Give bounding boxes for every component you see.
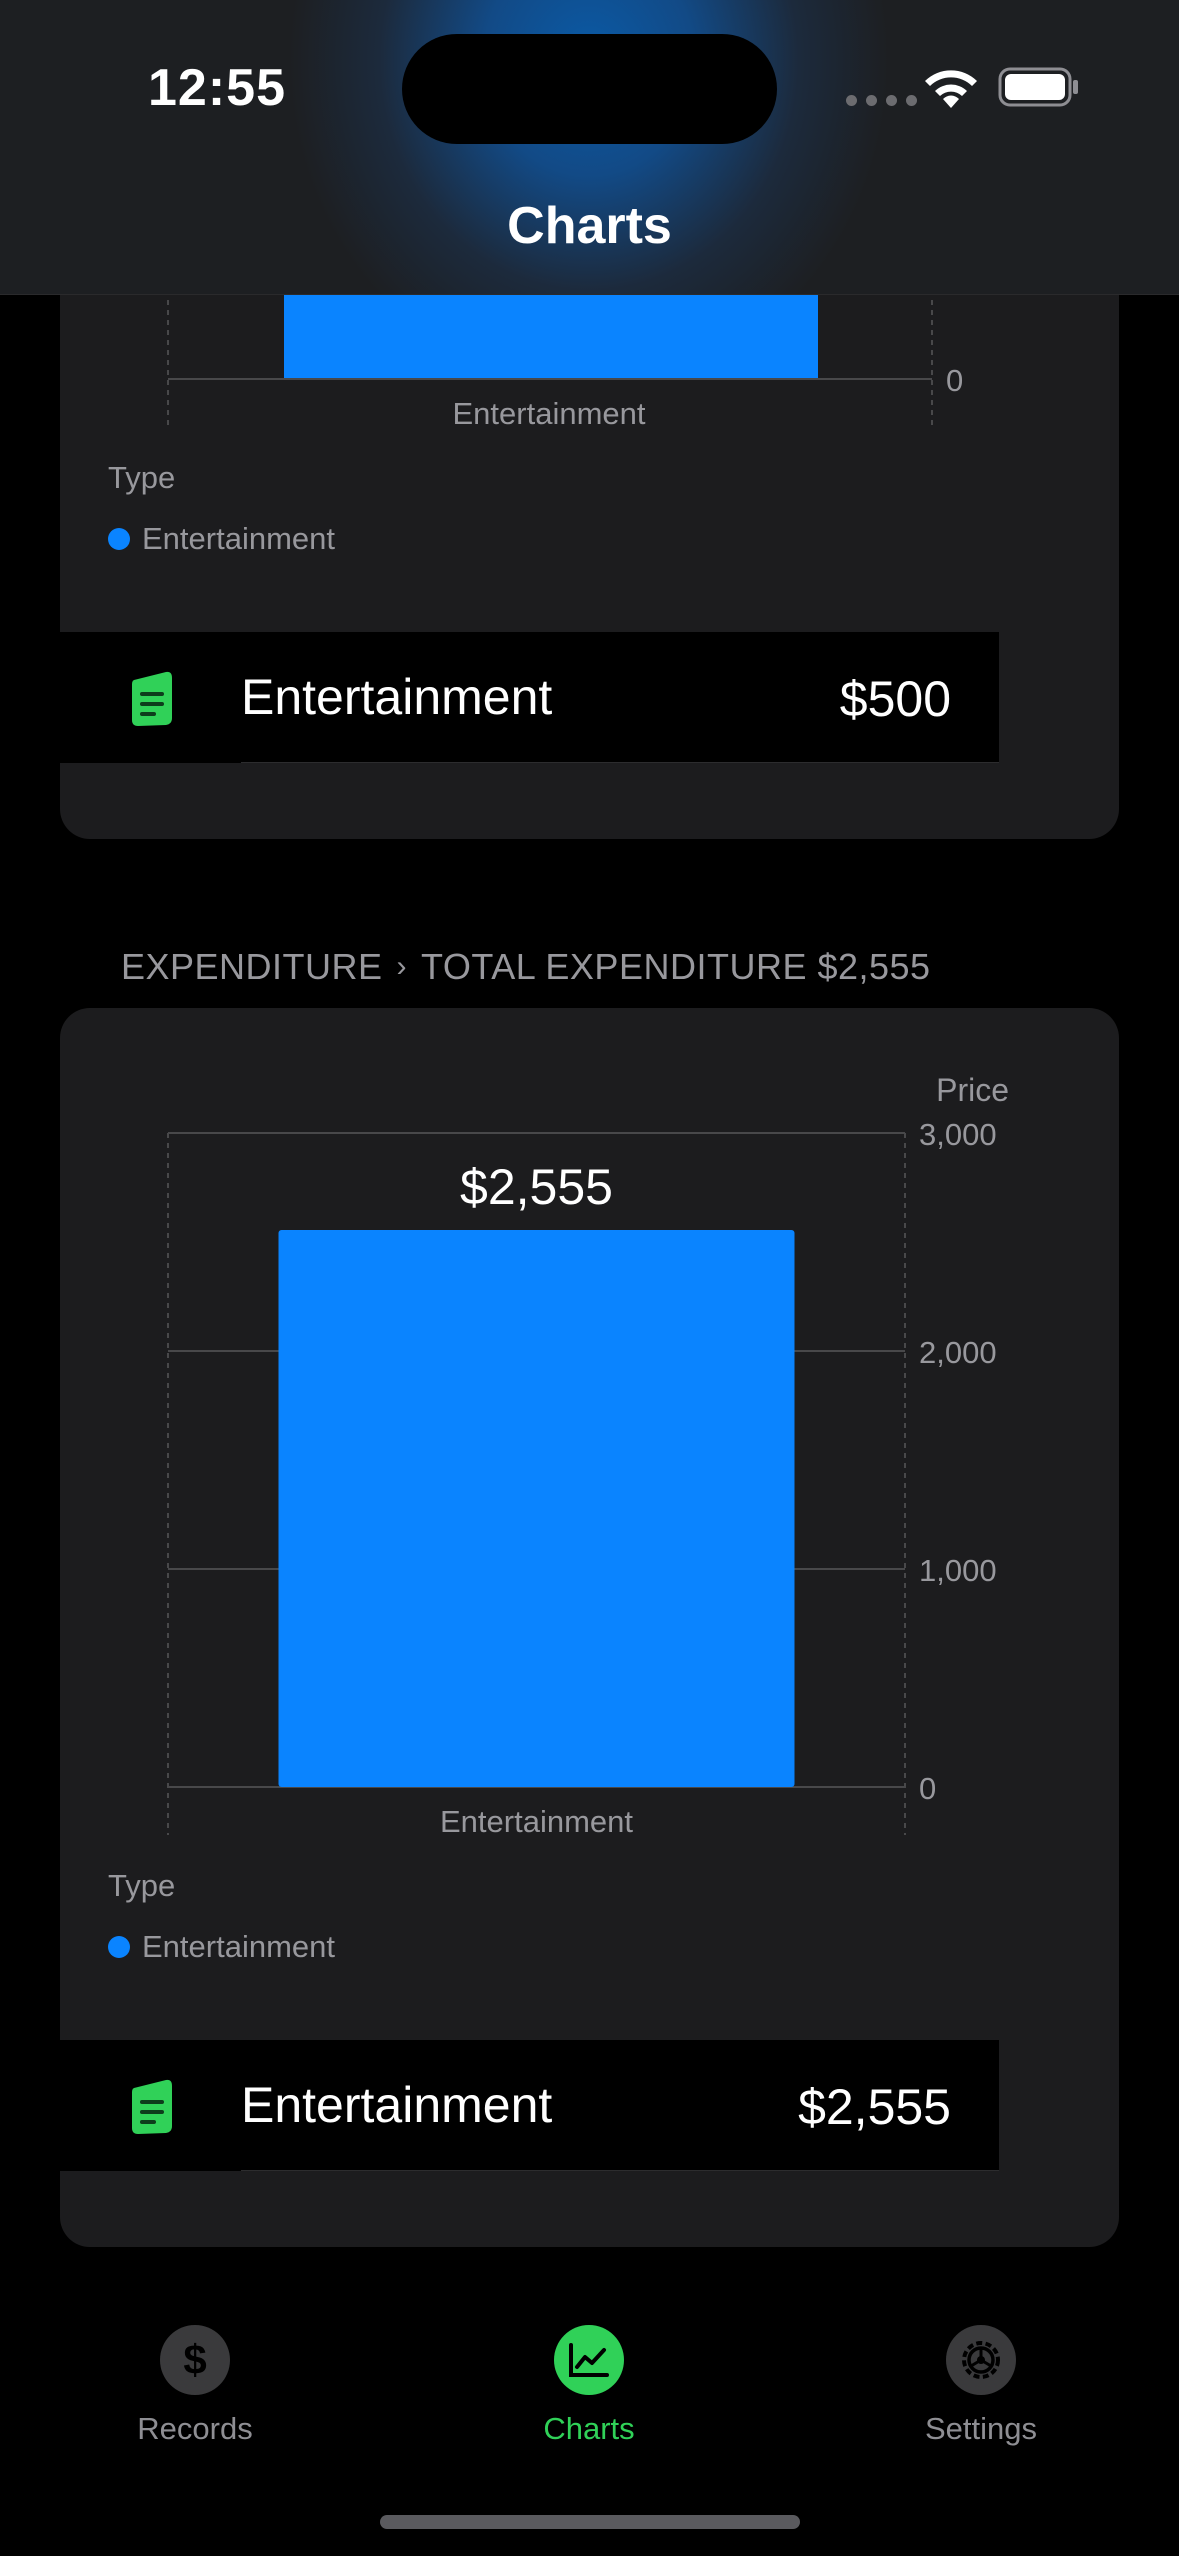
- dynamic-island: [402, 34, 777, 144]
- x-tick-label: Entertainment: [440, 1804, 633, 1839]
- tab-settings-label: Settings: [924, 2411, 1037, 2446]
- tab-settings[interactable]: Settings: [881, 2325, 1081, 2447]
- expenditure-legend-item: Entertainment: [108, 1929, 335, 1965]
- battery-icon: [998, 67, 1078, 107]
- expenditure-row-value: $2,555: [798, 2079, 951, 2135]
- wifi-icon: [925, 70, 977, 108]
- y-tick-label: 3,000: [919, 1117, 997, 1152]
- chart-line-icon: [554, 2325, 624, 2395]
- expenditure-legend-title: Type: [108, 1868, 176, 1903]
- y-tick-label: 2,000: [919, 1335, 997, 1370]
- cellular-signal-icon: [846, 95, 917, 106]
- dollar-icon: $: [160, 2325, 230, 2395]
- expenditure-legend-label: Entertainment: [142, 1929, 335, 1964]
- y-axis-title: Price: [936, 1072, 1009, 1108]
- y-tick-label: 1,000: [919, 1553, 997, 1588]
- tab-charts-label: Charts: [543, 2411, 635, 2446]
- gear-icon: [946, 2325, 1016, 2395]
- expenditure-row-label: Entertainment: [241, 2077, 553, 2133]
- tab-records[interactable]: $ Records: [95, 2325, 295, 2447]
- navigation-header: 12:55 Charts: [0, 0, 1179, 295]
- legend-dot-icon: [108, 1936, 130, 1958]
- status-time: 12:55: [148, 59, 286, 117]
- home-indicator: [380, 2515, 800, 2529]
- row-divider: [241, 2170, 999, 2171]
- page-title: Charts: [507, 197, 672, 255]
- tab-records-label: Records: [137, 2411, 253, 2446]
- y-tick-label: 0: [919, 1771, 936, 1806]
- expenditure-category-row[interactable]: Entertainment $2,555: [60, 2040, 999, 2171]
- bar-entertainment: [278, 1230, 795, 1787]
- document-icon: [132, 2079, 172, 2134]
- tab-charts[interactable]: Charts: [489, 2325, 689, 2447]
- bar-value-label: $2,555: [460, 1159, 613, 1215]
